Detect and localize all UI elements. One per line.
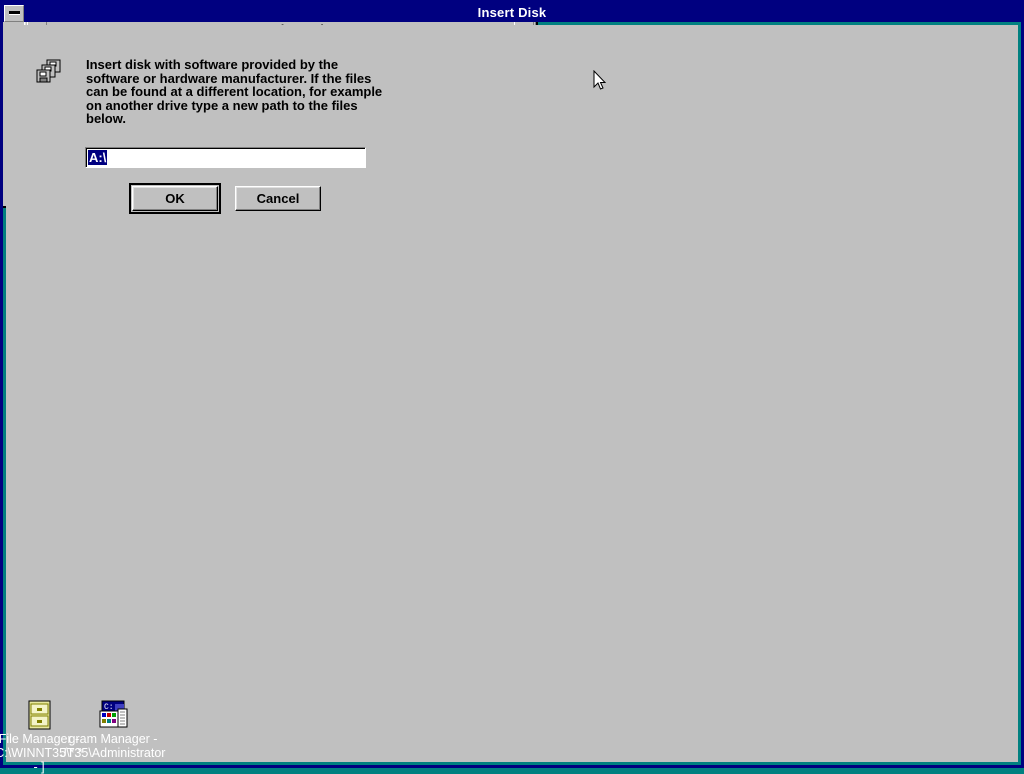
program-manager-icon: C: bbox=[28, 698, 198, 732]
desktop-icon-file-manager-line3: - ] bbox=[0, 760, 124, 774]
insert-disk-frame: Insert Disk Insert d bbox=[0, 0, 1024, 768]
minimize-glyph bbox=[9, 11, 20, 15]
minimize-icon[interactable] bbox=[4, 5, 24, 22]
insert-disk-dialog[interactable]: Insert Disk Insert d bbox=[0, 0, 385, 208]
insert-disk-cancel-label: Cancel bbox=[257, 191, 300, 206]
insert-disk-title: Insert Disk bbox=[24, 5, 1000, 20]
desktop-icon-program-manager-line1: gram Manager - bbox=[28, 732, 198, 746]
desktop-icon-program-manager[interactable]: C: gram Manager - JT35\Administrator bbox=[28, 698, 198, 760]
disk-path-value: A:\ bbox=[88, 150, 107, 165]
insert-disk-message-line-0: Insert disk with software provided by th… bbox=[86, 58, 371, 72]
insert-disk-ok-label: OK bbox=[165, 191, 185, 206]
disk-path-input[interactable]: A:\ bbox=[85, 147, 366, 168]
floppy-disks-icon bbox=[34, 57, 64, 90]
insert-disk-message-line-3: on another drive type a new path to the … bbox=[86, 99, 371, 113]
desktop-icon-program-manager-line2: JT35\Administrator bbox=[28, 746, 198, 760]
insert-disk-client: Insert disk with software provided by th… bbox=[6, 25, 1018, 762]
insert-disk-titlebar[interactable]: Insert Disk bbox=[3, 3, 1021, 22]
insert-disk-message: Insert disk with software provided by th… bbox=[86, 58, 371, 126]
insert-disk-message-line-2: can be found at a different location, fo… bbox=[86, 85, 371, 99]
insert-disk-ok-button[interactable]: OK bbox=[132, 186, 218, 211]
insert-disk-message-line-1: software or hardware manufacturer. If th… bbox=[86, 72, 371, 86]
insert-disk-cancel-button[interactable]: Cancel bbox=[235, 186, 321, 211]
insert-disk-message-line-4: below. bbox=[86, 112, 371, 126]
